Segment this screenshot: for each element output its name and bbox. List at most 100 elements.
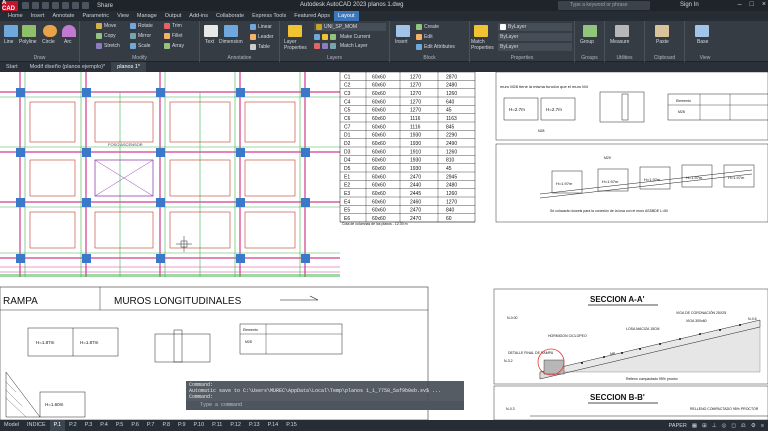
block-panel-title[interactable]: Block <box>390 55 469 61</box>
polar-icon[interactable]: ◎ <box>722 423 727 429</box>
document-tab[interactable]: Modif diseño (planos ejemplo)* <box>24 62 112 72</box>
utilities-panel-title[interactable]: Utilities <box>605 55 644 61</box>
arc-icon[interactable] <box>62 25 76 37</box>
edit-attributes-button[interactable]: Edit Attributes <box>416 44 455 50</box>
layers-panel-title[interactable]: Layers <box>280 55 389 61</box>
stretch-button[interactable]: Stretch <box>96 43 120 49</box>
plot-icon[interactable] <box>62 2 69 9</box>
grid-icon[interactable]: ▦ <box>692 423 697 429</box>
layout-tab[interactable]: Model <box>0 420 23 431</box>
osnap-icon[interactable]: ◻ <box>731 423 736 429</box>
move-button[interactable]: Move <box>96 23 116 29</box>
ribbon-tab-collaborate[interactable]: Collaborate <box>212 11 248 21</box>
open-icon[interactable] <box>32 2 39 9</box>
ribbon-tab-featured-apps[interactable]: Featured Apps <box>290 11 334 21</box>
draw-panel-title[interactable]: Draw <box>0 55 79 61</box>
scale-button[interactable]: Scale <box>130 43 151 49</box>
layout-tab[interactable]: P.7 <box>143 420 159 431</box>
layout-tab[interactable]: P.15 <box>282 420 301 431</box>
copy-button[interactable]: Copy <box>96 33 116 39</box>
array-button[interactable]: Array <box>164 43 184 49</box>
fillet-button[interactable]: Fillet <box>164 33 183 39</box>
lineweight-dropdown[interactable]: ByLayer <box>498 33 572 41</box>
line-button[interactable]: Line <box>4 39 13 45</box>
undo-icon[interactable] <box>72 2 79 9</box>
measure-icon[interactable] <box>615 25 629 37</box>
ortho-icon[interactable]: ⊥ <box>712 423 717 429</box>
create-block-button[interactable]: Create <box>416 24 439 30</box>
ribbon-tab-home[interactable]: Home <box>4 11 27 21</box>
insert-icon[interactable] <box>396 25 410 37</box>
paper-toggle[interactable]: PAPER <box>669 423 687 429</box>
insert-button[interactable]: Insert <box>395 39 408 45</box>
save-as-icon[interactable] <box>52 2 59 9</box>
group-button[interactable]: Group <box>580 39 594 45</box>
layer-walk-icon[interactable] <box>322 43 328 49</box>
layout-tab[interactable]: P.2 <box>65 420 81 431</box>
circle-icon[interactable] <box>43 25 57 37</box>
ribbon-tab-view[interactable]: View <box>113 11 133 21</box>
annotation-panel-title[interactable]: Annotation <box>200 55 279 61</box>
minimize-icon[interactable]: – <box>738 1 742 8</box>
layout-tab[interactable]: INDICE <box>23 420 50 431</box>
close-icon[interactable]: × <box>762 1 766 8</box>
command-input[interactable]: Type a command <box>186 401 464 410</box>
ribbon-tab-insert[interactable]: Insert <box>27 11 49 21</box>
layout-tab[interactable]: P.1 <box>49 420 66 431</box>
new-icon[interactable] <box>22 2 29 9</box>
layout-tab[interactable]: P.3 <box>81 420 97 431</box>
layer-unisolate-icon[interactable] <box>330 43 336 49</box>
app-logo[interactable]: A CAD <box>2 0 18 12</box>
ribbon-tab-layout[interactable]: Layout <box>334 11 359 21</box>
linetype-dropdown[interactable]: ByLayer <box>498 43 572 51</box>
text-button[interactable]: Text <box>205 39 214 45</box>
dimension-icon[interactable] <box>224 25 238 37</box>
rotate-button[interactable]: Rotate <box>130 23 153 29</box>
drawing-canvas[interactable]: FOSO ASCENSOR C1 60x60 1270 2870 C2 60x60 1270… <box>0 72 768 420</box>
layer-off-icon[interactable] <box>314 43 320 49</box>
ribbon-tab-parametric[interactable]: Parametric <box>78 11 113 21</box>
polyline-button[interactable]: Polyline <box>19 39 37 45</box>
table-button[interactable]: Table <box>250 44 270 50</box>
polyline-icon[interactable] <box>22 25 36 37</box>
match-properties-icon[interactable] <box>474 25 488 37</box>
layout-tab[interactable]: P.4 <box>96 420 112 431</box>
menu-icon[interactable]: ≡ <box>761 423 764 429</box>
ribbon-tab-manage[interactable]: Manage <box>133 11 161 21</box>
annotation-scale-icon[interactable]: ⚖ <box>741 423 746 429</box>
match-layer-button[interactable]: Match Layer <box>340 43 368 49</box>
redo-icon[interactable] <box>82 2 89 9</box>
document-tab[interactable]: planos 1* <box>111 62 147 72</box>
layout-tab[interactable]: P.8 <box>158 420 174 431</box>
dimension-button[interactable]: Dimension <box>219 39 243 45</box>
make-current-button[interactable]: Make Current <box>340 34 370 40</box>
layout-tab[interactable]: P.5 <box>112 420 128 431</box>
search-input[interactable]: Type a keyword or phrase <box>558 1 650 10</box>
leader-dropdown[interactable]: Leader <box>250 34 274 40</box>
layer-freeze-icon[interactable] <box>322 34 328 40</box>
layer-dropdown[interactable]: UNI_SP_MOM <box>314 23 386 31</box>
layer-lock-icon[interactable] <box>330 34 336 40</box>
text-icon[interactable] <box>204 25 218 37</box>
layer-properties-icon[interactable] <box>288 25 302 37</box>
linear-dropdown[interactable]: Linear <box>250 24 272 30</box>
modify-panel-title[interactable]: Modify <box>80 55 199 61</box>
layout-tab[interactable]: P.12 <box>226 420 245 431</box>
group-icon[interactable] <box>583 25 597 37</box>
layer-properties-button[interactable]: Layer Properties <box>284 39 308 51</box>
layout-tab[interactable]: P.6 <box>127 420 143 431</box>
layout-tab[interactable]: P.14 <box>264 420 283 431</box>
maximize-icon[interactable]: □ <box>750 1 754 8</box>
view-panel-title[interactable]: View <box>685 55 725 61</box>
mirror-button[interactable]: Mirror <box>130 33 151 39</box>
clipboard-panel-title[interactable]: Clipboard <box>645 55 684 61</box>
base-view-icon[interactable] <box>695 25 709 37</box>
layer-isolate-icon[interactable] <box>314 34 320 40</box>
ribbon-tab-add-ins[interactable]: Add-ins <box>185 11 212 21</box>
paste-icon[interactable] <box>655 25 669 37</box>
layout-tab[interactable]: P.13 <box>245 420 264 431</box>
groups-panel-title[interactable]: Groups <box>575 55 604 61</box>
edit-block-button[interactable]: Edit <box>416 34 433 40</box>
measure-button[interactable]: Measure <box>610 39 629 45</box>
ribbon-tab-annotate[interactable]: Annotate <box>48 11 78 21</box>
